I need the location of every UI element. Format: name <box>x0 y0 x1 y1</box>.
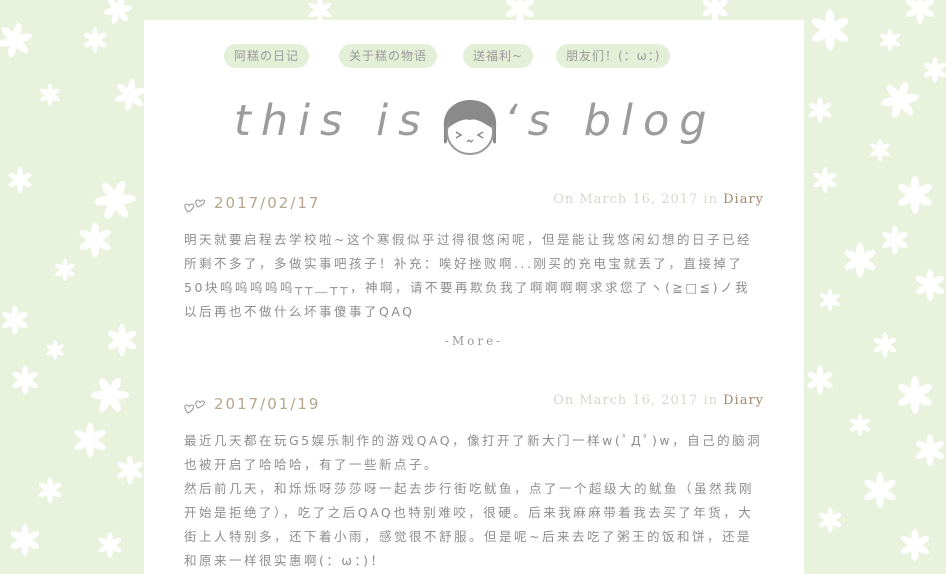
girl-face-icon <box>443 100 497 155</box>
content-panel: 阿糕の日记 关于糕の物语 送福利~ 朋友们！(：ω：) this is ‘s b… <box>144 20 804 574</box>
post-meta-date: On March 16, 2017 in <box>553 393 718 408</box>
nav-item-gifts[interactable]: 送福利~ <box>463 44 534 68</box>
blog-title-suffix: ‘s blog <box>504 96 717 146</box>
blog-title[interactable]: this is ‘s blog <box>234 88 724 168</box>
nav-item-diary[interactable]: 阿糕の日记 <box>224 44 310 68</box>
post-header: 2017/01/19 On March 16, 2017 in Diary <box>184 393 764 417</box>
more-link[interactable]: -More- <box>184 334 764 348</box>
post-paragraph: 然后前几天，和烁烁呀莎莎呀一起去步行街吃鱿鱼，点了一个超级大的鱿鱼（虽然我刚开始… <box>184 481 755 568</box>
post-body: 最近几天都在玩G5娱乐制作的游戏QAQ，像打开了新大门一样w(ﾟДﾟ)w，自己的… <box>184 429 764 573</box>
post-category-link[interactable]: Diary <box>723 192 764 207</box>
post-body: 明天就要启程去学校啦~这个寒假似乎过得很悠闲呢，但是能让我悠闲幻想的日子已经所剩… <box>184 228 764 324</box>
hearts-icon <box>184 400 206 414</box>
post-header: 2017/02/17 On March 16, 2017 in Diary <box>184 192 764 216</box>
post-paragraph: 明天就要启程去学校啦~这个寒假似乎过得很悠闲呢，但是能让我悠闲幻想的日子已经所剩… <box>184 232 752 319</box>
post-category-link[interactable]: Diary <box>723 393 764 408</box>
post-date[interactable]: 2017/02/17 <box>214 194 320 212</box>
blog-title-prefix: this is <box>234 96 431 146</box>
nav-item-friends[interactable]: 朋友们！(：ω：) <box>556 44 671 68</box>
post-meta: On March 16, 2017 in Diary <box>553 192 764 207</box>
top-nav: 阿糕の日记 关于糕の物语 送福利~ 朋友们！(：ω：) <box>144 44 804 70</box>
post-meta: On March 16, 2017 in Diary <box>553 393 764 408</box>
post-card: 2017/01/19 On March 16, 2017 in Diary 最近… <box>184 393 764 573</box>
hearts-icon <box>184 199 206 213</box>
post-card: 2017/02/17 On March 16, 2017 in Diary 明天… <box>184 192 764 348</box>
post-date[interactable]: 2017/01/19 <box>214 395 320 413</box>
post-paragraph: 最近几天都在玩G5娱乐制作的游戏QAQ，像打开了新大门一样w(ﾟДﾟ)w，自己的… <box>184 433 763 472</box>
nav-item-about[interactable]: 关于糕の物语 <box>339 44 438 68</box>
post-meta-date: On March 16, 2017 in <box>553 192 718 207</box>
